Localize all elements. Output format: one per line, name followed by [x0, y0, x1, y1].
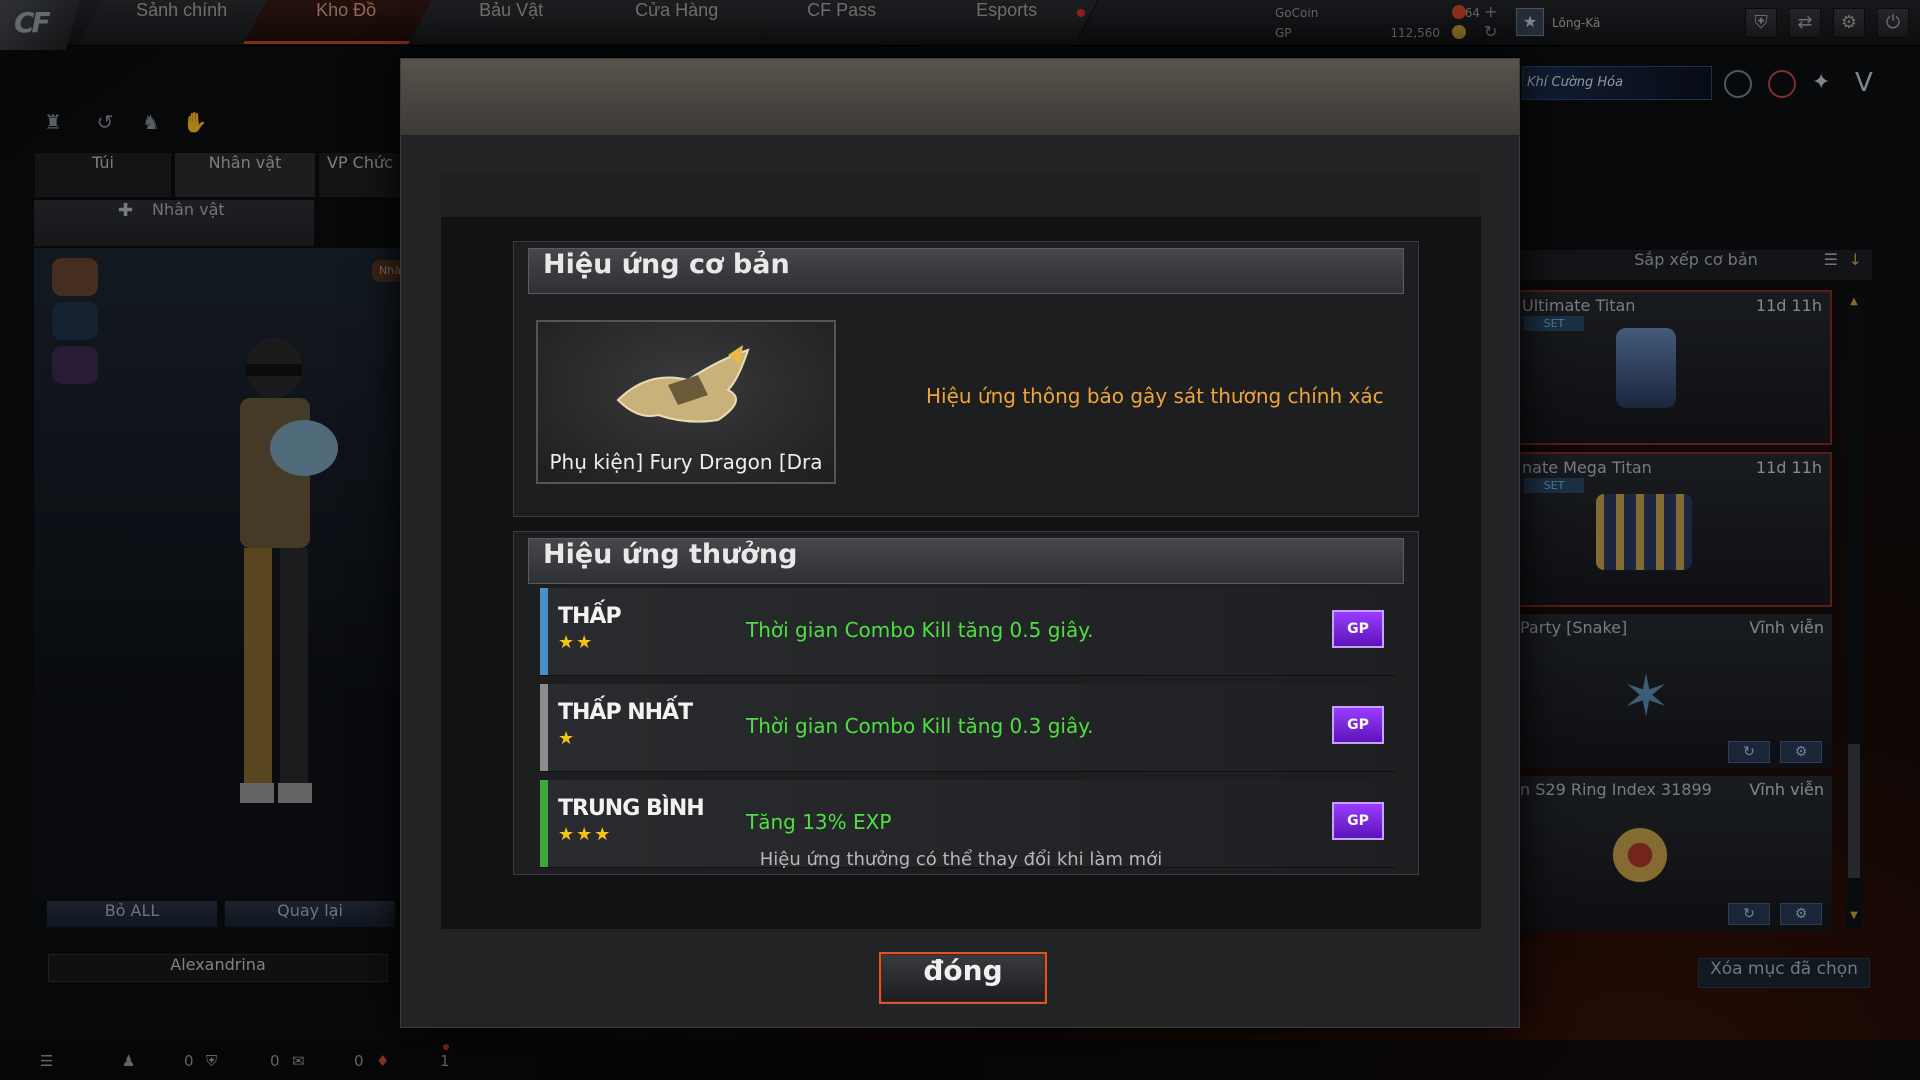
accessory-item-box[interactable]: Phụ kiện] Fury Dragon [Dra	[536, 320, 836, 484]
accessory-item-label: Phụ kiện] Fury Dragon [Dra	[549, 450, 823, 474]
grade-stars: ★★	[558, 632, 595, 653]
basic-effect-description: Hiệu ứng thông báo gây sát thương chính …	[926, 384, 1384, 408]
effect-description: Thời gian Combo Kill tăng 0.3 giây.	[746, 714, 1094, 738]
grade-color-bar	[540, 684, 548, 771]
bonus-effect-row: THẤP ★★ Thời gian Combo Kill tăng 0.5 gi…	[540, 588, 1396, 676]
effect-grade: THẤP NHẤT	[558, 700, 693, 725]
basic-effect-title: Hiệu ứng cơ bản	[528, 248, 1404, 294]
grade-stars: ★★★	[558, 824, 613, 845]
close-button[interactable]: đóng	[879, 952, 1047, 1004]
refresh-note: Hiệu ứng thưởng có thể thay đổi khi làm …	[759, 849, 1163, 870]
grade-stars: ★	[558, 728, 577, 749]
effect-dialog: Hiệu ứng cơ bản Phụ kiện] Fury Dragon [D…	[400, 58, 1520, 1028]
dialog-subheader	[441, 173, 1481, 217]
reroll-gp-button[interactable]: GP	[1332, 610, 1384, 648]
effect-grade: TRUNG BÌNH	[558, 796, 705, 821]
bonus-effect-row: THẤP NHẤT ★ Thời gian Combo Kill tăng 0.…	[540, 684, 1396, 772]
reroll-gp-button[interactable]: GP	[1332, 706, 1384, 744]
fury-dragon-icon	[616, 345, 750, 423]
bonus-effect-title: Hiệu ứng thưởng	[528, 538, 1404, 584]
dialog-content: Hiệu ứng cơ bản Phụ kiện] Fury Dragon [D…	[441, 173, 1481, 929]
basic-effect-section: Hiệu ứng cơ bản Phụ kiện] Fury Dragon [D…	[513, 241, 1419, 517]
dialog-header	[401, 59, 1519, 135]
reroll-gp-button[interactable]: GP	[1332, 802, 1384, 840]
grade-color-bar	[540, 588, 548, 675]
effect-description: Thời gian Combo Kill tăng 0.5 giây.	[746, 618, 1094, 642]
bonus-effect-section: Hiệu ứng thưởng THẤP ★★ Thời gian Combo …	[513, 531, 1419, 875]
effect-grade: THẤP	[558, 604, 622, 629]
effect-description: Tăng 13% EXP	[746, 810, 892, 834]
game-screen: CF Sảnh chính Kho Đồ Bảu Vật Cửa Hàng CF…	[0, 0, 1920, 1080]
